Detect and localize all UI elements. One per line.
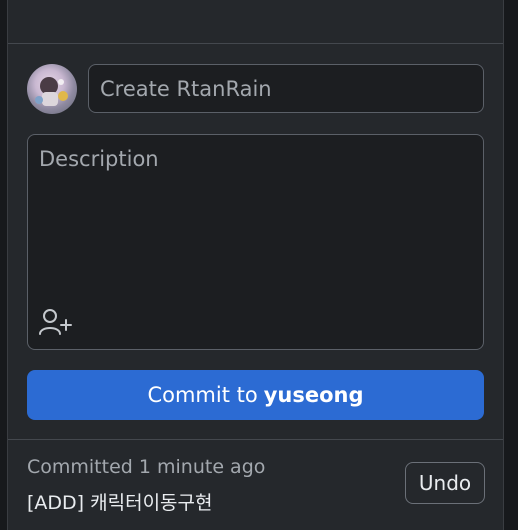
- divider: [8, 439, 503, 440]
- commit-panel: Commit to yuseong Committed 1 minute ago…: [7, 0, 504, 530]
- last-commit-time: Committed 1 minute ago: [27, 456, 266, 478]
- commit-description-input[interactable]: [28, 135, 483, 300]
- commit-button[interactable]: Commit to yuseong: [27, 370, 484, 420]
- user-avatar: [27, 64, 77, 114]
- app-window: Commit to yuseong Committed 1 minute ago…: [0, 0, 518, 530]
- last-commit-message: [ADD] 캐릭터이동구현: [27, 492, 213, 514]
- commit-description-box: [27, 134, 484, 350]
- commit-button-prefix: Commit to: [147, 383, 258, 407]
- changes-list-area: [8, 0, 503, 44]
- commit-button-branch: yuseong: [263, 383, 364, 407]
- commit-summary-input[interactable]: [88, 64, 484, 113]
- add-person-icon[interactable]: [37, 307, 77, 339]
- undo-button[interactable]: Undo: [405, 462, 485, 504]
